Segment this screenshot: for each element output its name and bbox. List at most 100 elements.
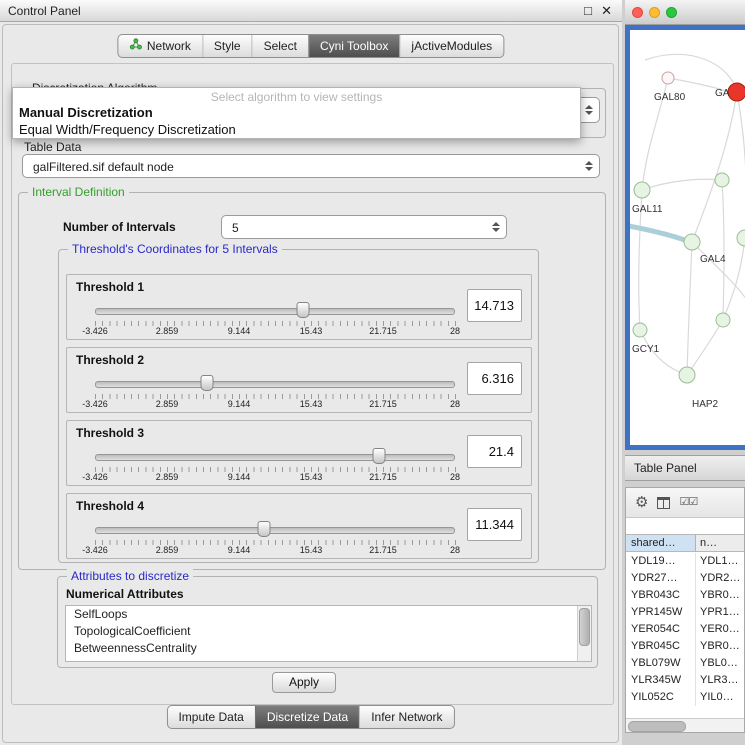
table-row[interactable]: YIL052CYIL0… — [626, 689, 744, 706]
node[interactable] — [716, 313, 730, 327]
table-row[interactable]: YPR145WYPR1… — [626, 604, 744, 621]
table-rows: YDL19…YDL1… YDR27…YDR2… YBR043CYBR0… YPR… — [626, 553, 744, 706]
cell[interactable]: YBR0… — [696, 587, 744, 604]
float-window-icon[interactable]: □ — [584, 0, 592, 22]
close-traffic-light-icon[interactable] — [632, 7, 643, 18]
cell[interactable]: YDL19… — [626, 553, 696, 570]
threshold-2-value-field[interactable]: 6.316 — [467, 362, 522, 395]
control-panel-titlebar: Control Panel □ ✕ — [0, 0, 622, 22]
scrollbar-thumb[interactable] — [579, 608, 590, 646]
table-horizontal-scrollbar[interactable] — [626, 718, 744, 732]
threshold-1-slider[interactable] — [95, 301, 455, 319]
table-data-label: Table Data — [24, 140, 81, 154]
slider-thumb[interactable] — [373, 448, 386, 464]
tab-impute-data[interactable]: Impute Data — [167, 706, 254, 728]
node[interactable] — [662, 72, 674, 84]
numerical-attributes-list[interactable]: SelfLoops TopologicalCoefficient Between… — [65, 605, 592, 662]
slider-track[interactable] — [95, 308, 455, 315]
number-of-intervals-label: Number of Intervals — [63, 217, 176, 237]
scrollbar-thumb[interactable] — [628, 721, 686, 732]
dropdown-placeholder-option[interactable]: Select algorithm to view settings — [13, 88, 580, 104]
threshold-3-value-field[interactable]: 21.4 — [467, 435, 522, 468]
table-row[interactable]: YDL19…YDL1… — [626, 553, 744, 570]
gear-icon[interactable]: ⚙ — [635, 495, 648, 510]
slider-track[interactable] — [95, 381, 455, 388]
node[interactable] — [679, 367, 695, 383]
cell[interactable]: YBL079W — [626, 655, 696, 672]
number-of-intervals-combo[interactable]: 5 — [221, 215, 507, 239]
table-row[interactable]: YER054CYER0… — [626, 621, 744, 638]
table-row[interactable]: YBR045CYBR0… — [626, 638, 744, 655]
list-item[interactable]: BetweennessCentrality — [66, 640, 591, 657]
cell[interactable]: YPR1… — [696, 604, 744, 621]
slider-scale: -3.426 2.859 9.144 15.43 21.715 28 — [95, 326, 455, 337]
tab-infer-network-label: Infer Network — [371, 706, 442, 728]
cell[interactable]: YDL1… — [696, 553, 744, 570]
node-label: GAL80 — [654, 92, 686, 103]
close-icon[interactable]: ✕ — [601, 0, 612, 22]
table-row[interactable]: YBL079WYBL0… — [626, 655, 744, 672]
list-item[interactable]: TopologicalCoefficient — [66, 623, 591, 640]
tab-infer-network[interactable]: Infer Network — [359, 706, 453, 728]
tab-network[interactable]: Network — [118, 35, 202, 57]
table-row[interactable]: YLR345WYLR3… — [626, 672, 744, 689]
tab-select[interactable]: Select — [252, 35, 308, 57]
select-columns-icon[interactable]: ☑☑ — [679, 497, 697, 508]
cell[interactable]: YER054C — [626, 621, 696, 638]
threshold-4-value-field[interactable]: 11.344 — [467, 508, 522, 541]
number-of-intervals-value: 5 — [232, 216, 239, 238]
column-header-name[interactable]: n… — [696, 535, 744, 551]
cell[interactable]: YER0… — [696, 621, 744, 638]
minimize-traffic-light-icon[interactable] — [649, 7, 660, 18]
threshold-2-slider[interactable] — [95, 374, 455, 392]
threshold-1-value-field[interactable]: 14.713 — [467, 289, 522, 322]
table-data-combo[interactable]: galFiltered.sif default node — [22, 154, 600, 178]
cell[interactable]: YBR0… — [696, 638, 744, 655]
node[interactable] — [737, 230, 745, 246]
threshold-3-slider[interactable] — [95, 447, 455, 465]
tab-jactivemodules[interactable]: jActiveModules — [399, 35, 503, 57]
threshold-4-slider[interactable] — [95, 520, 455, 538]
list-vertical-scrollbar[interactable] — [577, 606, 591, 661]
node[interactable] — [684, 234, 700, 250]
zoom-traffic-light-icon[interactable] — [666, 7, 677, 18]
slider-thumb[interactable] — [258, 521, 271, 537]
columns-icon[interactable] — [657, 497, 670, 509]
cell[interactable]: YBL0… — [696, 655, 744, 672]
slider-track[interactable] — [95, 454, 455, 461]
table-row[interactable]: YBR043CYBR0… — [626, 587, 744, 604]
selected-node[interactable] — [728, 83, 745, 101]
cell[interactable]: YPR145W — [626, 604, 696, 621]
node[interactable] — [633, 323, 647, 337]
cell[interactable]: YIL052C — [626, 689, 696, 706]
dropdown-option-manual-discretization[interactable]: Manual Discretization — [13, 104, 580, 121]
table-row[interactable]: YDR27…YDR2… — [626, 570, 744, 587]
node-label: GA — [715, 88, 730, 99]
node[interactable] — [715, 173, 729, 187]
cell[interactable]: YIL0… — [696, 689, 744, 706]
node-label: GAL11 — [632, 204, 663, 215]
apply-button[interactable]: Apply — [272, 672, 336, 693]
scale-label: 21.715 — [369, 545, 397, 555]
cell[interactable]: YDR27… — [626, 570, 696, 587]
network-nodes[interactable] — [633, 72, 745, 383]
slider-thumb[interactable] — [200, 375, 213, 391]
cell[interactable]: YLR345W — [626, 672, 696, 689]
slider-track[interactable] — [95, 527, 455, 534]
scale-label: 15.43 — [300, 326, 323, 336]
column-header-shared[interactable]: shared… — [626, 535, 696, 551]
slider-thumb[interactable] — [296, 302, 309, 318]
node[interactable] — [634, 182, 650, 198]
tab-cyni-toolbox[interactable]: Cyni Toolbox — [308, 35, 399, 57]
cell[interactable]: YLR3… — [696, 672, 744, 689]
threshold-2-label: Threshold 2 — [76, 353, 144, 367]
network-canvas[interactable]: GAL80 GA GAL11 GAL4 GCY1 HAP2 — [630, 30, 745, 445]
tab-discretize-data[interactable]: Discretize Data — [255, 706, 359, 728]
combo-stepper-icon — [585, 105, 593, 115]
cell[interactable]: YBR045C — [626, 638, 696, 655]
cell[interactable]: YDR2… — [696, 570, 744, 587]
dropdown-option-equal-width[interactable]: Equal Width/Frequency Discretization — [13, 121, 580, 138]
list-item[interactable]: SelfLoops — [66, 606, 591, 623]
cell[interactable]: YBR043C — [626, 587, 696, 604]
tab-style[interactable]: Style — [202, 35, 252, 57]
